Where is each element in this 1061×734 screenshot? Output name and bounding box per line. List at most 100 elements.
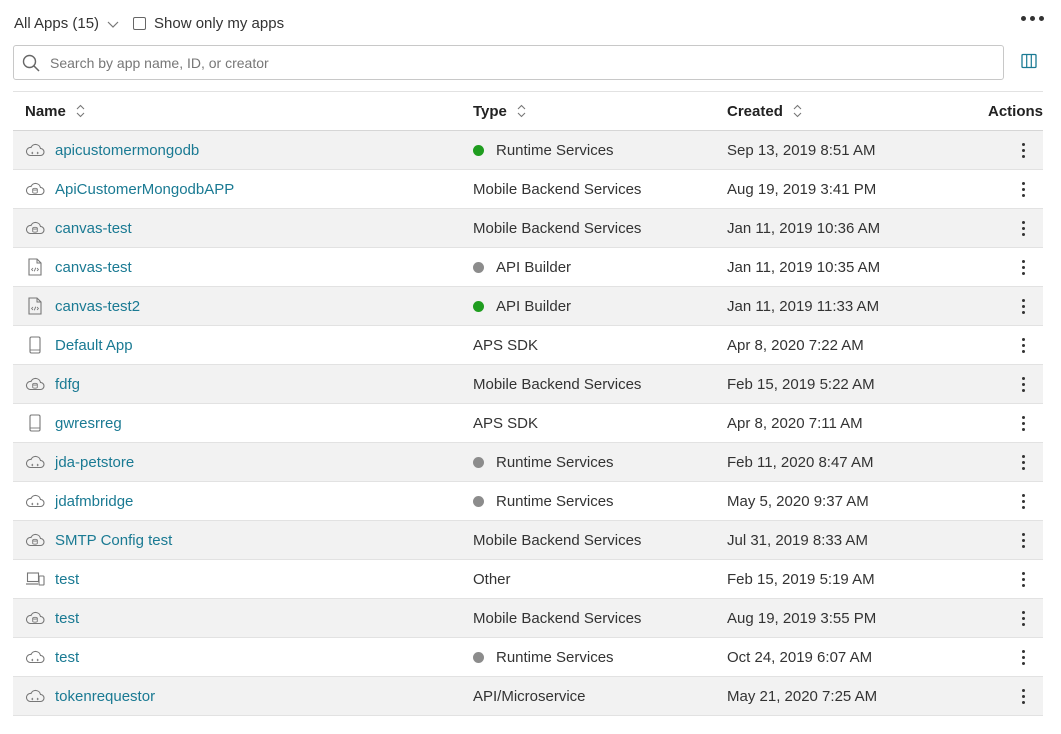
row-actions-menu-icon[interactable]: [1018, 259, 1028, 275]
app-name-link[interactable]: apicustomermongodb: [55, 142, 199, 159]
row-actions-menu-icon[interactable]: [1018, 454, 1028, 470]
kebab-dot: [1021, 343, 1025, 347]
column-header-name[interactable]: Name: [13, 91, 473, 131]
cell-type: Runtime Services: [473, 637, 727, 677]
row-actions-menu-icon[interactable]: [1018, 376, 1028, 392]
search-box: [13, 45, 1004, 80]
row-actions-menu-icon[interactable]: [1018, 493, 1028, 509]
cell-name: jda-petstore: [13, 442, 473, 482]
app-name-link[interactable]: test: [55, 610, 79, 627]
kebab-dot: [1021, 649, 1025, 653]
app-name-link[interactable]: jda-petstore: [55, 454, 134, 471]
app-name-link[interactable]: SMTP Config test: [55, 532, 172, 549]
show-only-my-apps-toggle[interactable]: Show only my apps: [133, 15, 284, 32]
table-row[interactable]: ApiCustomerMongodbAPP Mobile Backend Serv…: [13, 169, 1043, 209]
kebab-dot: [1021, 148, 1025, 152]
list-toolbar: All Apps (15) Show only my apps: [0, 0, 1061, 44]
cell-type: APS SDK: [473, 325, 727, 365]
cloud-db-icon: [25, 219, 45, 237]
app-name-link[interactable]: tokenrequestor: [55, 688, 155, 705]
row-actions-menu-icon[interactable]: [1018, 571, 1028, 587]
cell-created: Oct 24, 2019 6:07 AM: [727, 637, 957, 677]
row-actions-menu-icon[interactable]: [1018, 532, 1028, 548]
cell-type: APS SDK: [473, 403, 727, 443]
table-row[interactable]: tokenrequestor API/Microservice May 21, 20…: [13, 676, 1043, 716]
search-input[interactable]: [48, 53, 952, 72]
app-name-link[interactable]: gwresrreg: [55, 415, 122, 432]
row-actions-menu-icon[interactable]: [1018, 220, 1028, 236]
search-icon: [22, 54, 40, 72]
row-actions-menu-icon[interactable]: [1018, 415, 1028, 431]
kebab-dot: [1021, 376, 1025, 380]
phone-icon: [25, 414, 45, 432]
app-name-link[interactable]: fdfg: [55, 376, 80, 393]
row-actions-menu-icon[interactable]: [1018, 142, 1028, 158]
cell-actions: [957, 247, 1043, 287]
row-actions-menu-icon[interactable]: [1018, 337, 1028, 353]
cell-name: SMTP Config test: [13, 520, 473, 560]
app-name-link[interactable]: test: [55, 571, 79, 588]
app-filter-dropdown[interactable]: All Apps (15): [14, 15, 119, 32]
created-date: May 5, 2020 9:37 AM: [727, 492, 869, 510]
cell-actions: [957, 325, 1043, 365]
kebab-dot: [1021, 499, 1025, 503]
app-name-link[interactable]: canvas-test: [55, 259, 132, 276]
table-row[interactable]: test Other Feb 15, 2019 5:19 AM: [13, 559, 1043, 599]
row-actions-menu-icon[interactable]: [1018, 649, 1028, 665]
cell-type: Other: [473, 559, 727, 599]
kebab-dot: [1021, 532, 1025, 536]
kebab-dot: [1021, 232, 1025, 236]
kebab-dot: [1021, 154, 1025, 158]
app-name-link[interactable]: test: [55, 649, 79, 666]
app-name-link[interactable]: jdafmbridge: [55, 493, 133, 510]
show-only-my-apps-checkbox[interactable]: [133, 17, 146, 30]
column-header-created[interactable]: Created: [727, 91, 957, 131]
kebab-dot: [1021, 226, 1025, 230]
app-name-link[interactable]: ApiCustomerMongodbAPP: [55, 181, 234, 198]
table-row[interactable]: test Runtime Services Oct 24, 2019 6:07 AM: [13, 637, 1043, 677]
row-actions-menu-icon[interactable]: [1018, 298, 1028, 314]
table-row[interactable]: apicustomermongodb Runtime Services Sep 13…: [13, 130, 1043, 170]
kebab-dot: [1021, 694, 1025, 698]
cell-created: Jan 11, 2019 10:35 AM: [727, 247, 957, 287]
cell-created: Feb 15, 2019 5:22 AM: [727, 364, 957, 404]
cell-created: May 21, 2020 7:25 AM: [727, 676, 957, 716]
created-date: Jan 11, 2019 11:33 AM: [727, 297, 880, 315]
columns-icon[interactable]: [1021, 53, 1037, 69]
table-row[interactable]: fdfg Mobile Backend Services Feb 15, 2019 …: [13, 364, 1043, 404]
row-actions-menu-icon[interactable]: [1018, 610, 1028, 626]
more-options-button[interactable]: [1021, 16, 1044, 21]
table-row[interactable]: canvas-test2 API Builder Jan 11, 2019 11:3…: [13, 286, 1043, 326]
cell-type: Mobile Backend Services: [473, 598, 727, 638]
cloud-icon: [25, 492, 45, 510]
app-type-label: Mobile Backend Services: [473, 531, 642, 549]
table-row[interactable]: canvas-test Mobile Backend Services Jan 11…: [13, 208, 1043, 248]
app-type-label: Runtime Services: [496, 492, 614, 510]
kebab-dot: [1021, 688, 1025, 692]
app-name-link[interactable]: Default App: [55, 337, 133, 354]
table-row[interactable]: SMTP Config test Mobile Backend Services J…: [13, 520, 1043, 560]
table-row[interactable]: jda-petstore Runtime Services Feb 11, 2020…: [13, 442, 1043, 482]
created-date: Feb 11, 2020 8:47 AM: [727, 453, 874, 471]
cloud-icon: [25, 648, 45, 666]
table-row[interactable]: canvas-test API Builder Jan 11, 2019 10:35…: [13, 247, 1043, 287]
cell-type: Mobile Backend Services: [473, 208, 727, 248]
cell-type: Mobile Backend Services: [473, 169, 727, 209]
kebab-dot: [1021, 505, 1025, 509]
row-actions-menu-icon[interactable]: [1018, 181, 1028, 197]
kebab-dot: [1021, 304, 1025, 308]
kebab-dot: [1021, 538, 1025, 542]
app-type-label: Mobile Backend Services: [473, 609, 642, 627]
table-row[interactable]: test Mobile Backend Services Aug 19, 2019 …: [13, 598, 1043, 638]
table-row[interactable]: jdafmbridge Runtime Services May 5, 2020 9…: [13, 481, 1043, 521]
app-name-link[interactable]: canvas-test2: [55, 298, 140, 315]
column-header-type[interactable]: Type: [473, 91, 727, 131]
table-row[interactable]: gwresrreg APS SDK Apr 8, 2020 7:11 AM: [13, 403, 1043, 443]
row-actions-menu-icon[interactable]: [1018, 688, 1028, 704]
kebab-dot: [1021, 220, 1025, 224]
cell-actions: [957, 442, 1043, 482]
app-name-link[interactable]: canvas-test: [55, 220, 132, 237]
kebab-dot: [1021, 298, 1025, 302]
kebab-dot: [1021, 460, 1025, 464]
table-row[interactable]: Default App APS SDK Apr 8, 2020 7:22 AM: [13, 325, 1043, 365]
